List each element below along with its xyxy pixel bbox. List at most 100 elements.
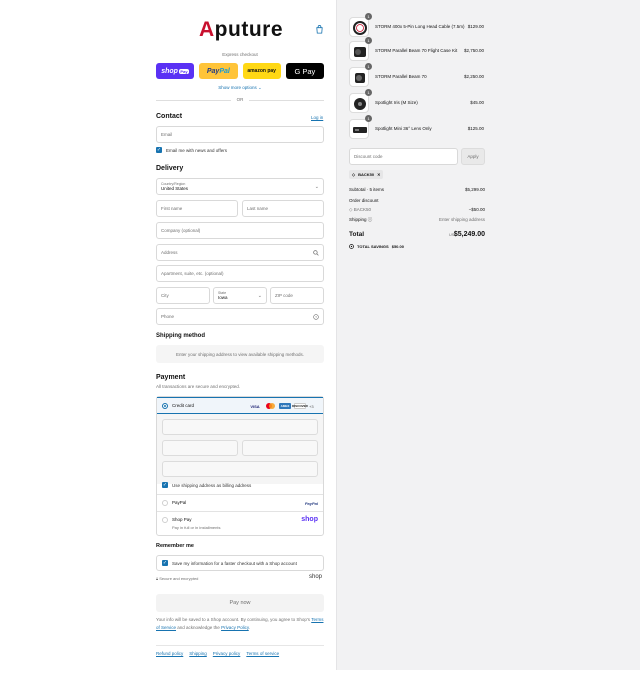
item-price: $129.00	[467, 24, 484, 29]
checkbox-checked-icon[interactable]: ✓	[162, 560, 168, 566]
item-name: STORM Parallel Beam 70	[375, 74, 427, 79]
delivery-heading: Delivery	[156, 165, 184, 172]
product-image	[349, 17, 369, 37]
radio-unselected-icon[interactable]	[162, 500, 168, 506]
total-savings: TOTAL SAVINGS $50.00	[349, 244, 404, 249]
shop-pay-logo: shop	[301, 516, 318, 523]
shipping-link[interactable]: Shipping	[189, 651, 207, 656]
card-number-field[interactable]	[162, 419, 318, 435]
total-row: Total USD $5,249.00	[349, 231, 485, 238]
product-image	[349, 67, 369, 87]
tag-icon: ◇	[352, 172, 356, 177]
item-name: Spotlight Iris (M Size)	[375, 100, 418, 105]
shop-logo: shop	[309, 574, 323, 580]
amazon-pay-button[interactable]: amazon pay	[242, 63, 281, 79]
expiration-field[interactable]	[162, 440, 238, 456]
contact-heading: Contact	[156, 113, 183, 120]
news-checkbox-row[interactable]: ✓ Email me with news and offers	[156, 147, 227, 153]
paypal-option[interactable]: PayPal PayPal	[157, 494, 323, 511]
name-on-card-field[interactable]	[162, 461, 318, 477]
shopping-bag-icon[interactable]	[315, 25, 324, 34]
express-checkout-label: Express checkout	[222, 52, 258, 57]
product-image	[349, 93, 369, 113]
visa-icon: VISA	[250, 403, 260, 409]
item-price: $125.00	[467, 126, 484, 131]
more-cards-label: +3	[309, 403, 314, 409]
country-select[interactable]: Country/Region United States ⌄	[156, 178, 324, 195]
chevron-down-icon: ⌄	[257, 293, 262, 299]
zip-field[interactable]: ZIP code	[270, 287, 324, 304]
footer-links: Refund policy Shipping Privacy policy Te…	[156, 651, 279, 656]
help-circle-icon[interactable]: ⓘ	[367, 217, 373, 222]
amex-icon: AMEX	[279, 403, 291, 409]
quantity-badge: 1	[365, 115, 372, 122]
payment-options: Credit card VISA AMEX DISCOVER +3 ✓ Use …	[156, 396, 324, 536]
checkbox-checked-icon[interactable]: ✓	[156, 147, 162, 153]
product-image	[349, 119, 369, 139]
discount-row: ◇ BACK50 −$50.00	[349, 207, 485, 212]
express-buttons: shop Pay Pay Pal amazon pay G Pay	[156, 63, 324, 79]
terms-of-service-footer-link[interactable]: Terms of service	[246, 651, 279, 656]
subtotal-row: Subtotal · 5 items $5,299.00	[349, 187, 485, 192]
svg-text:?: ?	[315, 316, 317, 320]
or-divider: OR	[156, 97, 324, 103]
shop-pay-option[interactable]: Shop Pay Pay in full or in installments …	[157, 511, 323, 536]
credit-card-option[interactable]: Credit card VISA AMEX DISCOVER +3	[157, 397, 323, 414]
quantity-badge: 1	[365, 89, 372, 96]
quantity-badge: 1	[365, 63, 372, 70]
shop-pay-button[interactable]: shop Pay	[156, 63, 195, 79]
privacy-policy-footer-link[interactable]: Privacy policy	[213, 651, 241, 656]
payment-subtitle: All transactions are secure and encrypte…	[156, 384, 241, 389]
mastercard-icon	[264, 403, 276, 409]
applied-discount-tag: ◇ BACK50 ✕	[349, 170, 384, 179]
show-more-options-link[interactable]: Show more options ⌄	[156, 85, 324, 91]
checkbox-checked-icon[interactable]: ✓	[162, 482, 168, 488]
item-price: $2,250.00	[463, 74, 484, 79]
card-logos: VISA AMEX DISCOVER +3	[249, 403, 314, 409]
address-field[interactable]: Address	[156, 244, 324, 261]
privacy-policy-link[interactable]: Privacy Policy	[221, 625, 249, 630]
item-name: Spotlight Mini 36° Lens Only	[375, 126, 432, 131]
radio-unselected-icon[interactable]	[162, 517, 168, 523]
discount-code-input[interactable]: Discount code	[349, 148, 458, 165]
google-pay-button[interactable]: G Pay	[285, 63, 324, 79]
security-code-field[interactable]	[242, 440, 318, 456]
billing-checkbox-row[interactable]: ✓ Use shipping address as billing addres…	[162, 482, 251, 488]
search-icon	[313, 250, 319, 256]
shipping-row: Shipping ⓘ Enter shipping address	[349, 217, 485, 222]
payment-heading: Payment	[156, 374, 186, 381]
quantity-badge: 1	[365, 13, 372, 20]
login-link[interactable]: Log in	[311, 115, 323, 120]
shipping-method-notice: Enter your shipping address to view avai…	[156, 345, 324, 363]
brand-logo[interactable]: Aputure	[199, 18, 283, 42]
pay-now-button[interactable]: Pay now	[156, 594, 324, 612]
credit-card-form	[157, 414, 323, 484]
remember-me-option[interactable]: ✓ Save my information for a faster check…	[156, 555, 324, 571]
secure-notice: 🔒︎ Secure and encrypted	[156, 576, 199, 581]
phone-field[interactable]: Phone ?	[156, 308, 324, 325]
company-field[interactable]: Company (optional)	[156, 222, 324, 239]
apply-discount-button[interactable]: Apply	[461, 148, 485, 165]
chevron-down-icon: ⌄	[314, 184, 319, 190]
apartment-field[interactable]: Apartment, suite, etc. (optional)	[156, 265, 324, 282]
shipping-method-heading: Shipping method	[156, 333, 205, 339]
email-field[interactable]: Email	[156, 126, 324, 143]
help-circle-icon[interactable]: ?	[313, 314, 319, 320]
discover-icon: DISCOVER	[292, 403, 308, 409]
paypal-button[interactable]: Pay Pal	[199, 63, 238, 79]
close-icon[interactable]: ✕	[377, 172, 380, 177]
item-price: $2,750.00	[463, 48, 484, 53]
product-image	[349, 41, 369, 61]
first-name-field[interactable]: First name	[156, 200, 238, 217]
radio-selected-icon[interactable]	[162, 403, 168, 409]
refund-policy-link[interactable]: Refund policy	[156, 651, 183, 656]
order-discount-label: Order discount	[349, 198, 379, 203]
savings-tag-icon	[349, 244, 354, 249]
item-price: $45.00	[470, 100, 484, 105]
state-select[interactable]: State Iowa ⌄	[213, 287, 267, 304]
paypal-logo: PayPal	[304, 501, 318, 506]
remember-me-heading: Remember me	[156, 543, 194, 549]
city-field[interactable]: City	[156, 287, 210, 304]
last-name-field[interactable]: Last name	[242, 200, 324, 217]
quantity-badge: 1	[365, 37, 372, 44]
